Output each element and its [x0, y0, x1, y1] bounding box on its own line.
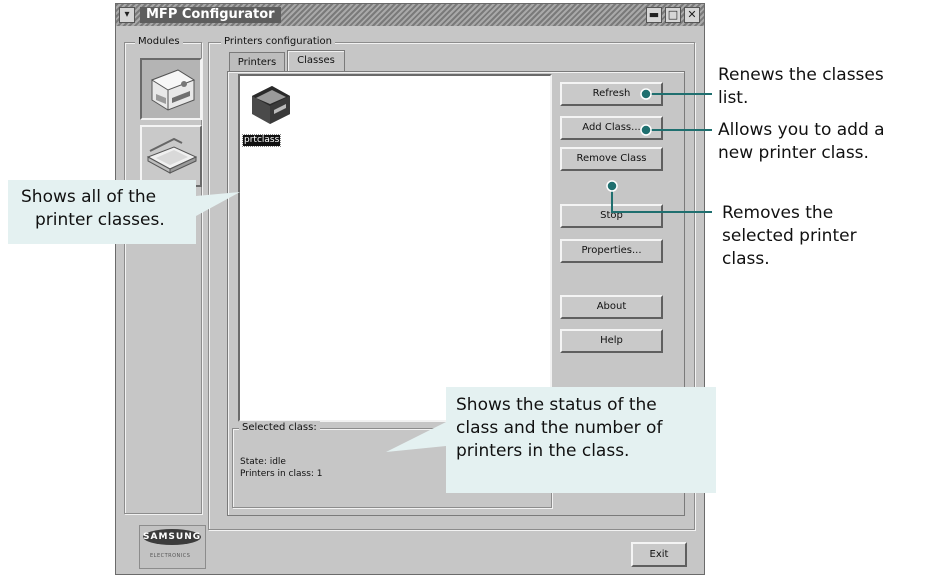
- window-menu-icon[interactable]: ▾: [119, 7, 135, 23]
- samsung-brand: SAMSUNG: [143, 529, 201, 545]
- module-printers-button[interactable]: [140, 58, 202, 120]
- class-item-label[interactable]: prtclass: [241, 134, 282, 147]
- help-button[interactable]: Help: [560, 329, 663, 353]
- refresh-button[interactable]: Refresh: [560, 82, 663, 106]
- class-state-text: State: idle: [240, 457, 286, 467]
- printers-configuration-legend: Printers configuration: [221, 35, 335, 49]
- samsung-brand-sub: ELECTRONICS: [150, 553, 191, 559]
- properties-button[interactable]: Properties...: [560, 239, 663, 263]
- status-callout: Shows the status of the class and the nu…: [446, 387, 716, 493]
- maximize-icon[interactable]: □: [665, 7, 681, 23]
- exit-button[interactable]: Exit: [631, 542, 687, 567]
- minimize-icon[interactable]: ▬: [646, 7, 662, 23]
- scanner-module-icon: [146, 137, 198, 174]
- tab-printers[interactable]: Printers: [229, 52, 285, 72]
- add-class-annotation: Allows you to add a new printer class.: [718, 120, 885, 163]
- printers-in-class-text: Printers in class: 1: [240, 469, 323, 479]
- printer-class-icon[interactable]: [246, 80, 296, 128]
- module-scanners-button[interactable]: [140, 125, 202, 187]
- title-bar[interactable]: ▾ MFP Configurator ▬ □ ✕: [116, 4, 704, 26]
- modules-legend: Modules: [135, 35, 183, 49]
- stop-button[interactable]: Stop: [560, 204, 663, 228]
- tab-classes[interactable]: Classes: [287, 50, 345, 72]
- remove-class-button[interactable]: Remove Class: [560, 147, 663, 171]
- refresh-annotation: Renews the classes list.: [718, 65, 884, 108]
- about-button[interactable]: About: [560, 295, 663, 319]
- selected-class-legend: Selected class:: [239, 421, 320, 435]
- window-title: MFP Configurator: [140, 7, 281, 23]
- printer-module-icon: [150, 69, 196, 111]
- close-icon[interactable]: ✕: [684, 7, 700, 23]
- add-class-button[interactable]: Add Class...: [560, 116, 663, 140]
- classes-list[interactable]: [238, 74, 552, 422]
- list-callout: Shows all of the printer classes.: [8, 180, 196, 244]
- remove-class-annotation: Removes the selected printer class.: [722, 203, 857, 269]
- samsung-logo: SAMSUNG ELECTRONICS: [139, 525, 206, 569]
